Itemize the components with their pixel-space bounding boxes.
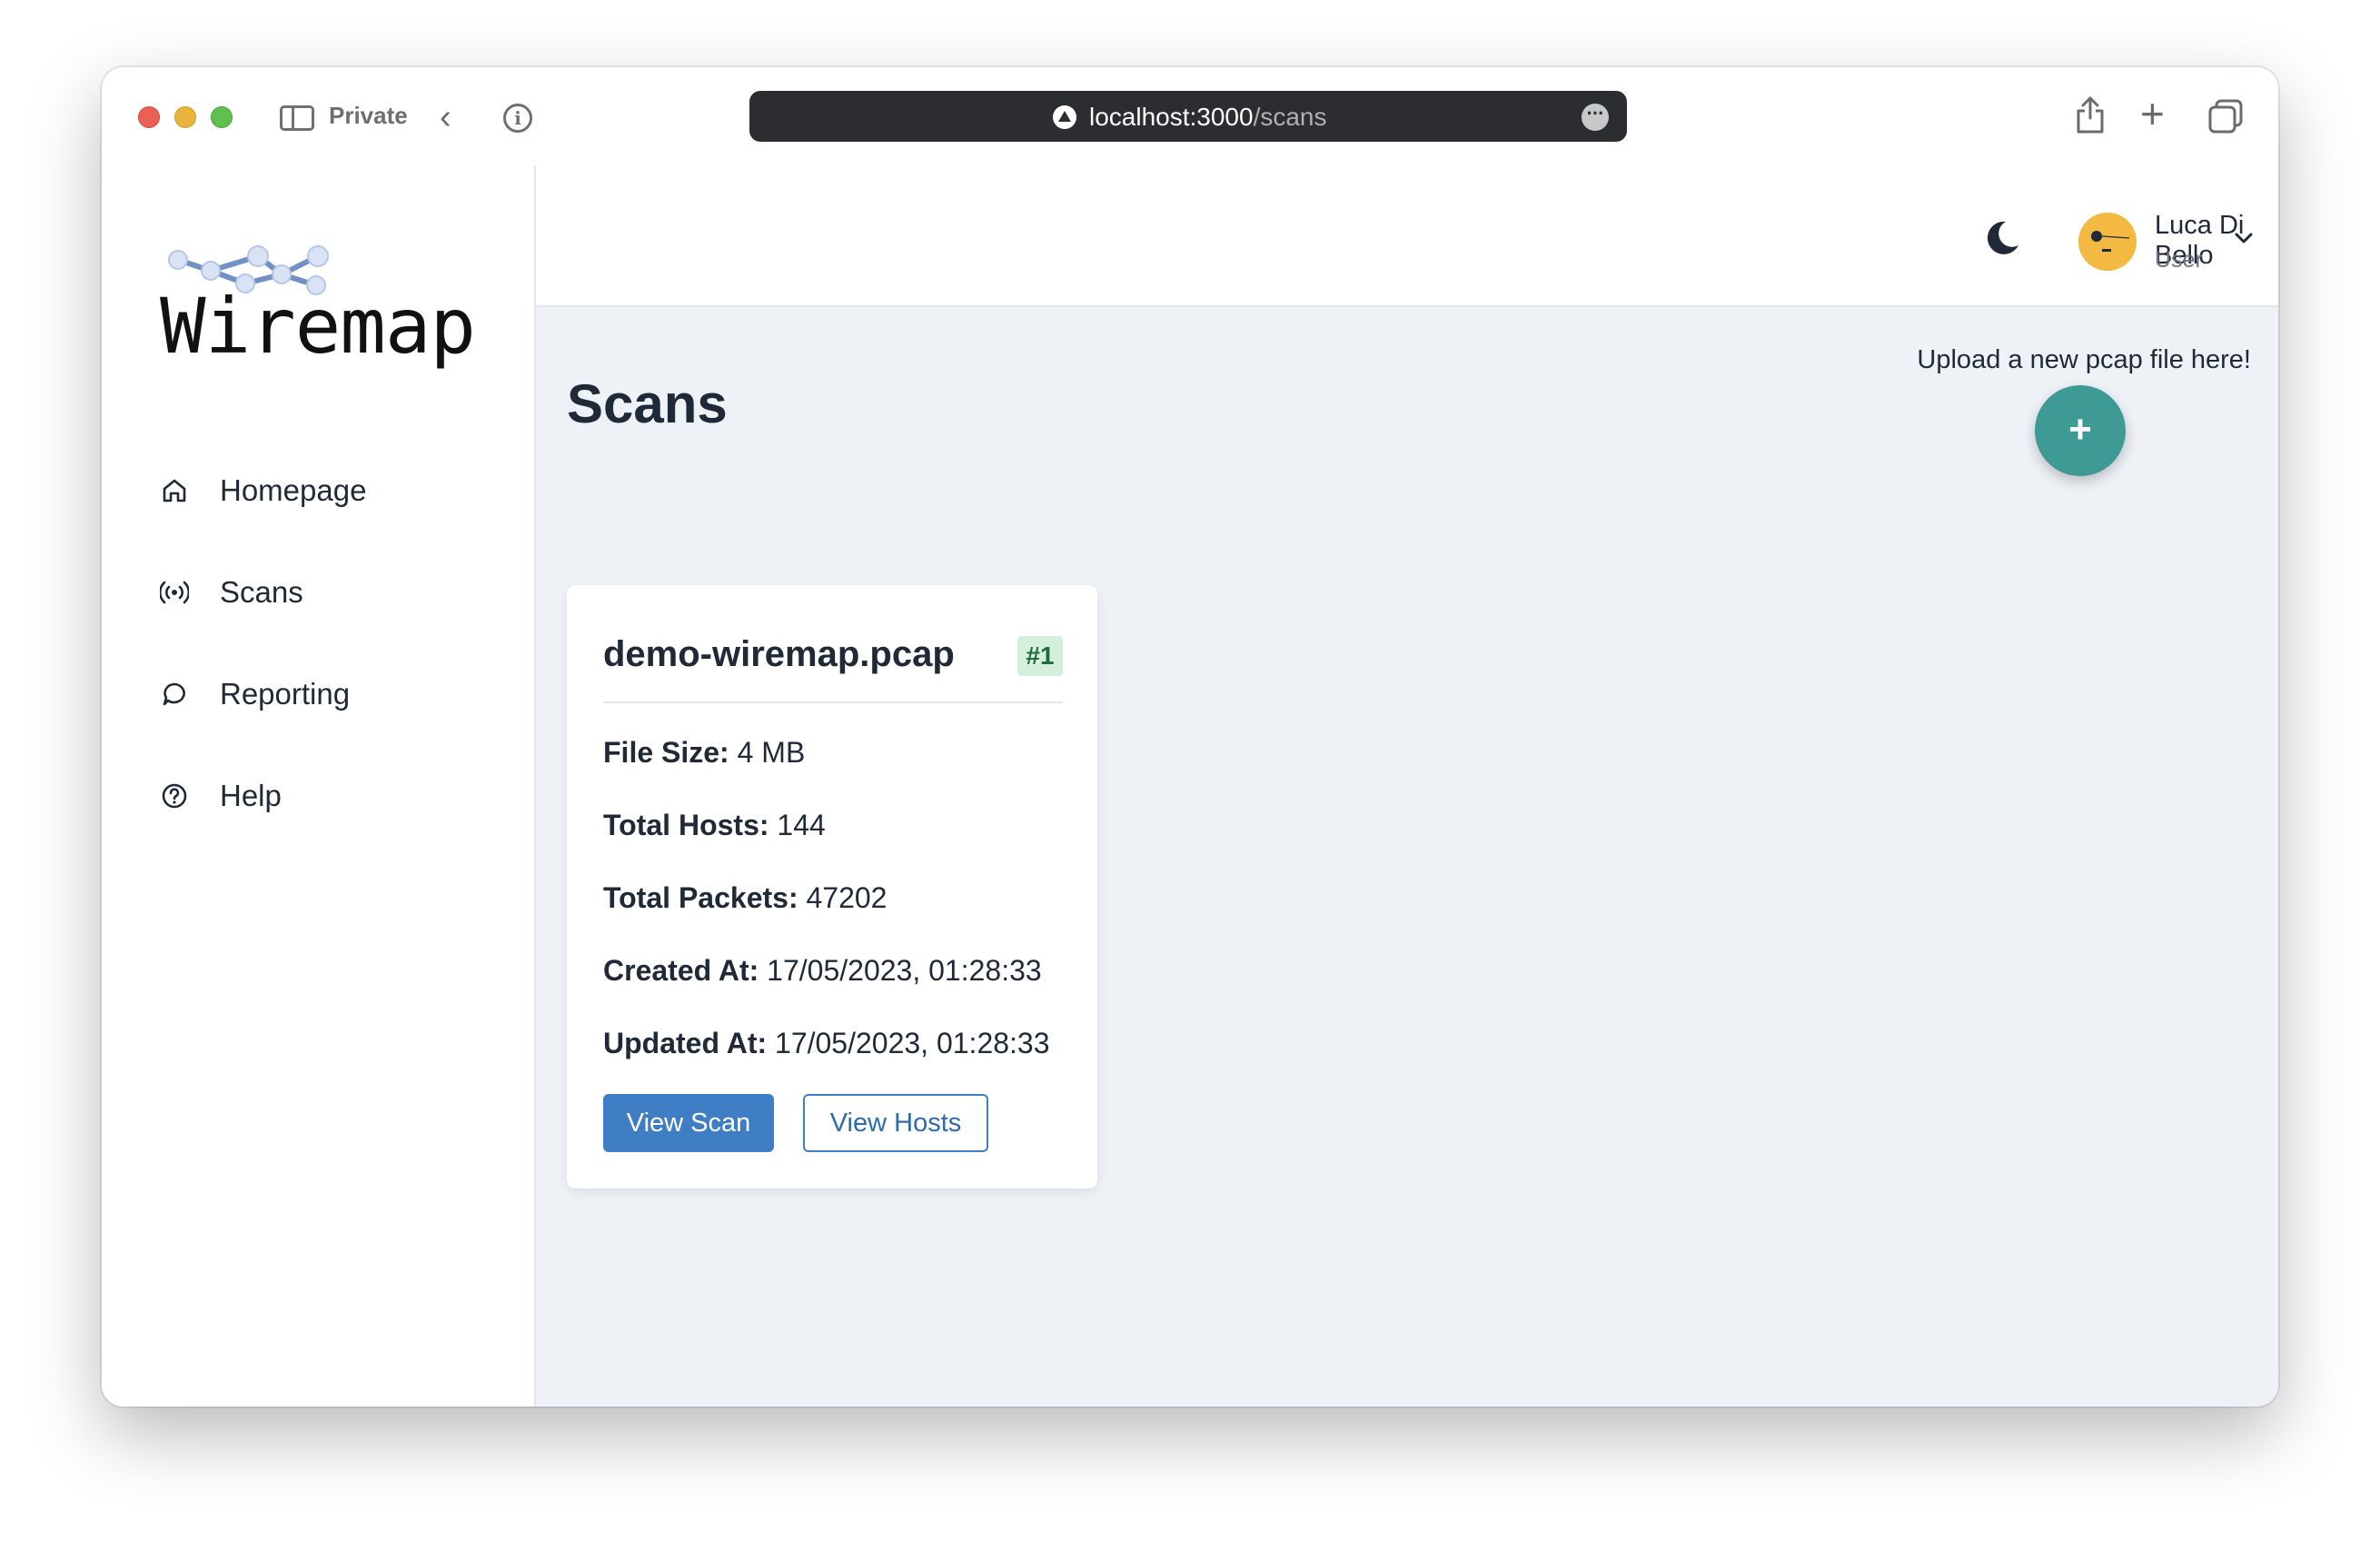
view-hosts-button[interactable]: View Hosts (803, 1094, 988, 1152)
total-hosts-label: Total Hosts: (603, 809, 769, 841)
total-hosts-row: Total Hosts: 144 (603, 809, 826, 842)
file-size-label: File Size: (603, 736, 729, 769)
created-at-row: Created At: 17/05/2023, 01:28:33 (603, 954, 1042, 988)
site-warning-icon (1053, 105, 1076, 129)
address-bar[interactable]: localhost:3000/scans ··· (749, 91, 1627, 142)
updated-at-row: Updated At: 17/05/2023, 01:28:33 (603, 1027, 1050, 1060)
scan-file-name: demo-wiremap.pcap (603, 634, 955, 674)
zoom-window-button[interactable] (211, 106, 233, 128)
updated-at-value: 17/05/2023, 01:28:33 (775, 1027, 1050, 1059)
more-options-icon[interactable]: ··· (1582, 104, 1609, 131)
file-size-value: 4 MB (737, 736, 806, 769)
view-scan-button[interactable]: View Scan (603, 1094, 774, 1152)
url-host: localhost:3000 (1089, 103, 1254, 131)
chevron-down-icon[interactable] (2233, 227, 2255, 249)
app-header: Luca Di Bello User (536, 165, 2278, 307)
browser-window: Private ‹ i localhost:3000/scans ··· + W… (102, 67, 2278, 1407)
scan-id-badge: #1 (1017, 636, 1063, 676)
upload-pcap-button[interactable]: + (2035, 385, 2126, 476)
page-title: Scans (567, 373, 728, 434)
browser-toolbar: Private ‹ i localhost:3000/scans ··· + (102, 67, 2278, 165)
sidebar-item-label: Homepage (220, 473, 367, 507)
url-path: /scans (1253, 103, 1327, 131)
app-sidebar: Wiremap Homepage Scans Reporting Help (102, 165, 536, 1407)
total-packets-row: Total Packets: 47202 (603, 881, 887, 915)
sidebar-item-label: Help (220, 779, 282, 812)
sidebar-item-label: Reporting (220, 677, 351, 711)
sidebar-item-help[interactable]: Help (160, 769, 505, 823)
private-mode-label: Private (329, 102, 408, 129)
total-hosts-value: 144 (777, 809, 826, 841)
sidebar-item-label: Scans (220, 575, 303, 609)
avatar[interactable] (2078, 213, 2137, 271)
app-logo-text[interactable]: Wiremap (160, 282, 476, 371)
close-window-button[interactable] (138, 106, 160, 128)
home-icon (160, 476, 189, 505)
total-packets-label: Total Packets: (603, 881, 798, 914)
created-at-label: Created At: (603, 954, 759, 987)
file-size-row: File Size: 4 MB (603, 736, 805, 770)
new-tab-icon[interactable]: + (2140, 93, 2165, 134)
sidebar-item-homepage[interactable]: Homepage (160, 463, 505, 518)
user-role: User (2155, 247, 2203, 273)
created-at-value: 17/05/2023, 01:28:33 (767, 954, 1042, 987)
moon-icon[interactable] (1982, 218, 2022, 258)
question-circle-icon (160, 781, 189, 810)
sidebar-item-reporting[interactable]: Reporting (160, 667, 505, 721)
back-chevron-icon[interactable]: ‹ (440, 100, 451, 134)
sidebar-toggle-icon[interactable] (280, 105, 314, 131)
upload-hint-text: Upload a new pcap file here! (1917, 345, 2251, 374)
sidebar-item-scans[interactable]: Scans (160, 565, 505, 620)
scan-card: demo-wiremap.pcap #1 File Size: 4 MB Tot… (567, 585, 1097, 1188)
minimize-window-button[interactable] (174, 106, 196, 128)
url-text: localhost:3000/scans (1089, 103, 1327, 132)
main-content: Scans Upload a new pcap file here! + dem… (536, 307, 2278, 1407)
info-icon[interactable]: i (503, 104, 532, 133)
share-icon[interactable] (2075, 94, 2106, 134)
chat-bubble-icon (160, 680, 189, 709)
tab-overview-icon[interactable] (2207, 98, 2244, 134)
card-divider (603, 701, 1063, 703)
broadcast-icon (160, 578, 189, 607)
total-packets-value: 47202 (806, 881, 888, 914)
updated-at-label: Updated At: (603, 1027, 768, 1059)
